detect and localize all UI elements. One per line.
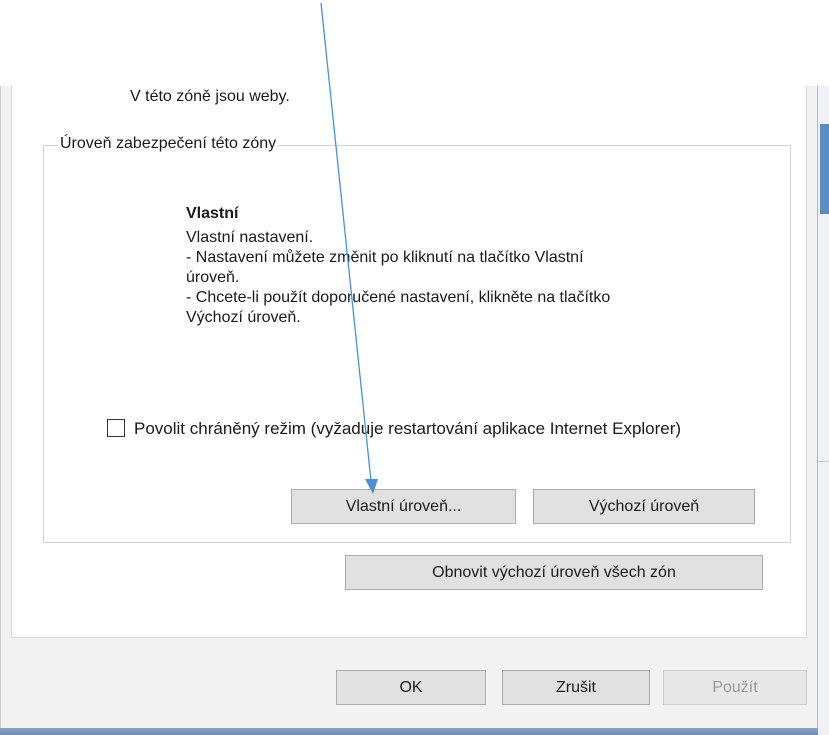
description-line: - Nastavení můžete změnit po kliknutí na… <box>186 249 584 266</box>
description-line: Výchozí úroveň. <box>186 309 301 326</box>
security-level-name: Vlastní <box>186 205 239 222</box>
zone-description: V této zóně jsou weby. <box>130 88 290 105</box>
background-accent <box>820 124 829 214</box>
cancel-button[interactable]: Zrušit <box>502 670 650 705</box>
background-divider <box>818 461 829 462</box>
description-line: - Chcete-li použít doporučené nastavení,… <box>186 289 611 306</box>
description-line: úroveň. <box>186 269 240 286</box>
security-level-description: Vlastní nastavení. - Nastavení můžete zm… <box>186 228 776 328</box>
reset-all-zones-button[interactable]: Obnovit výchozí úroveň všech zón <box>345 555 763 590</box>
protected-mode-checkbox[interactable] <box>107 419 125 437</box>
security-level-groupbox <box>43 145 791 543</box>
apply-button[interactable]: Použít <box>663 670 807 705</box>
custom-level-button[interactable]: Vlastní úroveň... <box>291 489 516 524</box>
screenshot-stage: V této zóně jsou weby. Úroveň zabezpečen… <box>0 0 829 735</box>
window-bottom-edge <box>0 728 818 735</box>
ok-button[interactable]: OK <box>336 670 486 705</box>
description-line: Vlastní nastavení. <box>186 229 314 246</box>
default-level-button[interactable]: Výchozí úroveň <box>533 489 755 524</box>
security-level-group-title: Úroveň zabezpečení této zóny <box>58 135 279 153</box>
protected-mode-label[interactable]: Povolit chráněný režim (vyžaduje restart… <box>134 418 774 440</box>
background-window-edge <box>818 86 829 735</box>
